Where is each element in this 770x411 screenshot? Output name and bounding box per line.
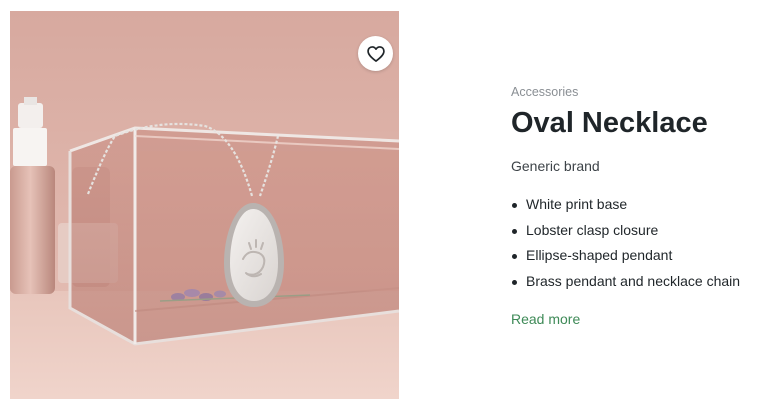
product-category: Accessories — [511, 85, 579, 99]
heart-outline-icon — [366, 45, 385, 62]
feature-label: White print base — [526, 196, 628, 212]
feature-item: Ellipse-shaped pendant — [511, 243, 761, 269]
product-photo — [10, 11, 399, 399]
bullet-icon — [512, 279, 517, 285]
feature-item: Brass pendant and necklace chain — [511, 269, 761, 295]
product-card: Accessories Oval Necklace Generic brand … — [0, 0, 770, 411]
feature-item: White print base — [511, 192, 761, 218]
feature-item: Lobster clasp closure — [511, 218, 761, 244]
feature-list: White print base Lobster clasp closure E… — [511, 192, 761, 294]
read-more-link[interactable]: Read more — [511, 310, 580, 328]
product-details: Accessories Oval Necklace Generic brand … — [511, 84, 761, 329]
product-brand: Generic brand — [511, 158, 600, 174]
bullet-icon — [512, 254, 517, 259]
favorite-button[interactable] — [358, 36, 393, 71]
product-image[interactable] — [10, 11, 399, 399]
bullet-icon — [512, 203, 517, 208]
bullet-icon — [512, 228, 517, 234]
feature-label: Brass pendant and necklace chain — [526, 272, 741, 289]
feature-label: Ellipse-shaped pendant — [526, 247, 673, 263]
product-title: Oval Necklace — [511, 107, 708, 139]
feature-label: Lobster clasp closure — [526, 221, 659, 238]
